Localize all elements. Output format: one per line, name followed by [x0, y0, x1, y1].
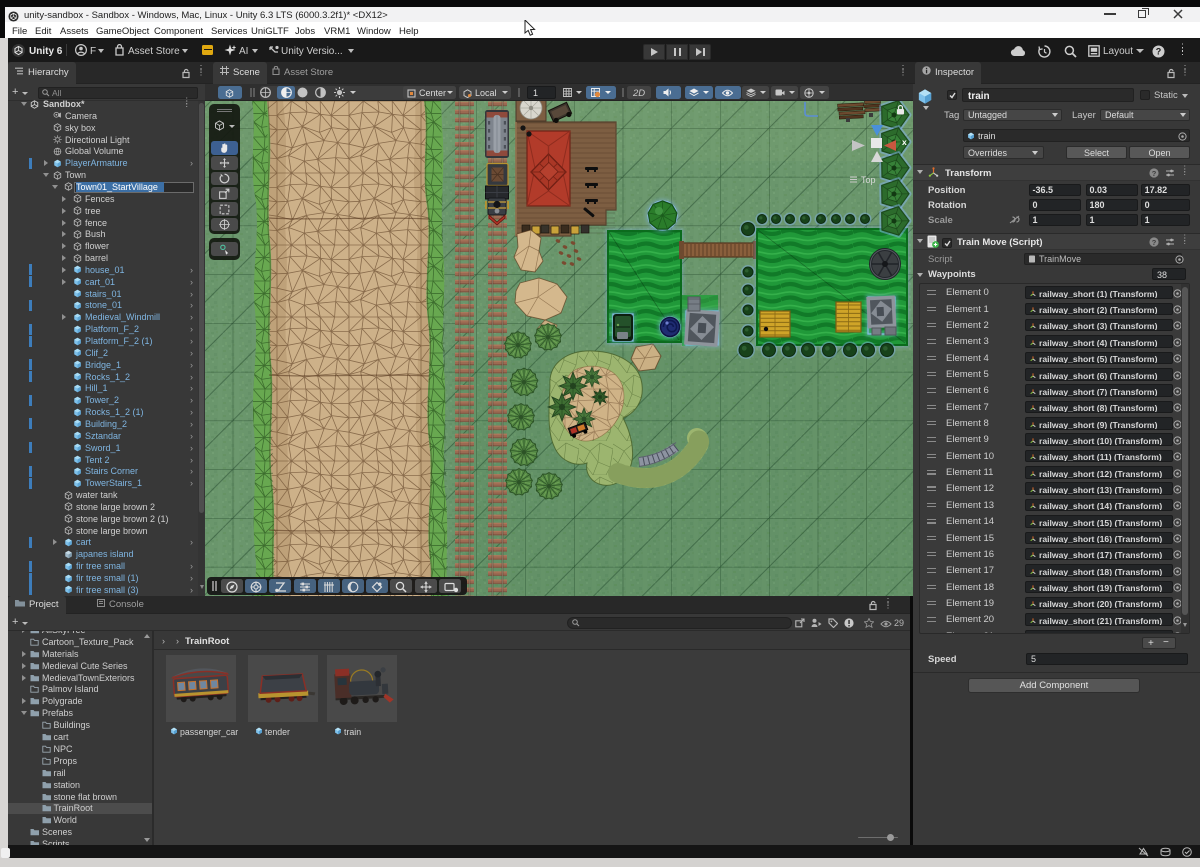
svg-text:x: x [902, 137, 907, 147]
svg-text:Top: Top [861, 175, 876, 185]
svg-text:?: ? [1152, 238, 1157, 247]
svg-text:?: ? [1152, 169, 1157, 178]
svg-text:?: ? [1156, 47, 1162, 57]
